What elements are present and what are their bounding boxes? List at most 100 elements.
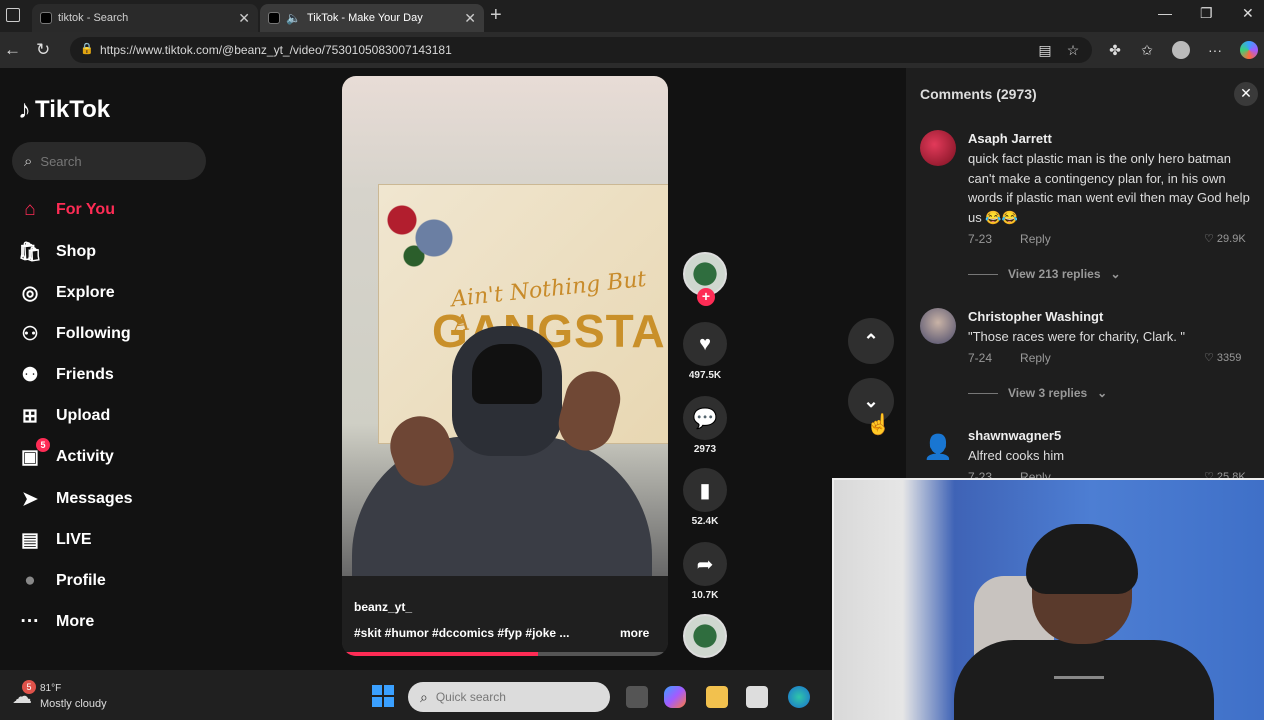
commenter-name[interactable]: Christopher Washingt	[968, 309, 1103, 324]
copilot-icon[interactable]	[1240, 41, 1258, 59]
comment-meta: 7-24 Reply	[968, 351, 1051, 365]
sidebar-item-for-you[interactable]: ⌂ For You	[18, 195, 218, 225]
profile-avatar-icon: ●	[24, 570, 36, 591]
banner-flowers	[378, 184, 458, 274]
commenter-avatar[interactable]	[920, 130, 956, 166]
taskbar-search-placeholder: Quick search	[435, 690, 506, 704]
task-view-icon[interactable]	[626, 686, 648, 708]
view-replies-button[interactable]: View 3 replies ⌄	[968, 386, 1107, 400]
view-replies-label: View 213 replies	[1008, 267, 1101, 281]
restore-icon[interactable]: ❐	[1200, 5, 1213, 22]
view-replies-button[interactable]: View 213 replies ⌄	[968, 267, 1121, 281]
sidebar-item-more[interactable]: ··· More	[18, 607, 218, 637]
comment-button[interactable]: 💬 2973	[683, 396, 727, 455]
search-input[interactable]: ⌕ Search	[12, 142, 206, 180]
default-user-avatar-icon[interactable]: 👤	[920, 430, 956, 466]
commenter-name[interactable]: shawnwagner5	[968, 428, 1061, 443]
reply-link[interactable]: Reply	[1020, 232, 1051, 246]
divider	[968, 273, 998, 275]
close-comments-icon[interactable]: ✕	[1234, 82, 1258, 106]
sidebar-item-activity[interactable]: ▣ 5 Activity	[18, 438, 218, 472]
reader-mode-icon[interactable]: ▤	[1036, 41, 1054, 59]
back-arrow-icon[interactable]: ←	[4, 40, 21, 60]
like-count: 497.5K	[688, 370, 722, 381]
sidebar-item-label: Explore	[56, 284, 115, 301]
live-tv-icon: ▤	[21, 529, 39, 551]
upload-plus-icon: ⊞	[22, 405, 38, 427]
mouse-cursor-icon: ☝	[866, 414, 891, 436]
batman-mask	[472, 344, 542, 404]
refresh-icon[interactable]: ↻	[36, 40, 50, 60]
browser-tab-tiktok[interactable]: 🔈 TikTok - Make Your Day ✕	[260, 4, 484, 32]
taskbar-search-input[interactable]: ⌕ Quick search	[408, 682, 610, 712]
previous-video-button[interactable]: ⌃	[848, 318, 894, 364]
weather-temperature[interactable]: 81°F	[40, 683, 61, 694]
webcam-overlay	[832, 478, 1264, 720]
commenter-avatar[interactable]	[920, 308, 956, 344]
weather-badge: 5	[22, 680, 36, 694]
edge-browser-icon[interactable]	[788, 686, 810, 708]
sidebar-item-profile[interactable]: ● Profile	[18, 566, 218, 596]
comment-text: Alfred cooks him	[968, 448, 1065, 463]
sidebar-item-label: Shop	[56, 243, 96, 260]
file-explorer-icon[interactable]	[706, 686, 728, 708]
webcam-shirt-logo	[1054, 676, 1104, 696]
search-icon: ⌕	[420, 688, 428, 705]
save-button[interactable]: ▮ 52.4K	[683, 468, 727, 527]
music-disc-avatar[interactable]	[683, 614, 727, 658]
comment-like-count: 3359	[1216, 352, 1242, 364]
share-arrow-icon: ➦	[683, 542, 727, 586]
windows-start-icon[interactable]	[372, 685, 394, 707]
favorite-star-icon[interactable]: ☆	[1064, 41, 1082, 59]
video-more-link[interactable]: more	[620, 626, 649, 640]
close-tab-icon[interactable]: ✕	[238, 10, 250, 27]
save-count: 52.4K	[691, 516, 719, 527]
browser-tab-search[interactable]: tiktok - Search ✕	[32, 4, 258, 32]
search-placeholder: Search	[40, 153, 82, 169]
sidebar-item-label: Friends	[56, 366, 114, 383]
weather-description[interactable]: Mostly cloudy	[40, 698, 107, 710]
shop-bag-icon: 🛍	[17, 242, 43, 263]
share-button[interactable]: ➦ 10.7K	[683, 542, 727, 601]
comment-date: 7-24	[968, 351, 993, 365]
minimize-icon[interactable]: —	[1158, 5, 1172, 21]
speaker-icon[interactable]: 🔈	[286, 11, 301, 25]
video-username[interactable]: beanz_yt_	[354, 600, 412, 614]
microsoft-store-icon[interactable]	[746, 686, 768, 708]
sidebar-item-following[interactable]: ⚇ Following	[18, 319, 218, 349]
sidebar-item-upload[interactable]: ⊞ Upload	[18, 401, 218, 431]
browser-address-bar: ← ↻ 🔒 https://www.tiktok.com/@beanz_yt_/…	[0, 32, 1264, 68]
tiktok-logo[interactable]: ♪ TikTok	[18, 94, 110, 125]
favorites-icon[interactable]: ✩	[1138, 41, 1156, 59]
new-tab-plus-icon[interactable]: +	[490, 4, 502, 27]
divider	[968, 392, 998, 394]
like-button[interactable]: ♥ 497.5K	[683, 322, 727, 381]
window-close-icon[interactable]: ✕	[1242, 5, 1254, 22]
extensions-icon[interactable]: ✤	[1106, 41, 1124, 59]
more-menu-icon[interactable]: ···	[1206, 41, 1224, 59]
heart-outline-icon: ♡	[1204, 352, 1217, 364]
sidebar-item-label: Messages	[56, 490, 133, 507]
comment-like-button[interactable]: ♡ 29.9K	[1204, 232, 1246, 245]
copilot-app-icon[interactable]	[664, 686, 686, 708]
profile-avatar-icon[interactable]	[1172, 41, 1190, 59]
video-player[interactable]: Ain't Nothing But A GANGSTA beanz_yt_ #s…	[342, 76, 668, 656]
sidebar-item-messages[interactable]: ➤ Messages	[18, 484, 218, 514]
video-hashtags[interactable]: #skit #humor #dccomics #fyp #joke ...	[354, 626, 569, 640]
sidebar-item-shop[interactable]: 🛍 Shop	[18, 237, 218, 267]
lock-icon[interactable]: 🔒	[80, 42, 94, 55]
commenter-name[interactable]: Asaph Jarrett	[968, 131, 1052, 146]
follow-plus-icon[interactable]: +	[697, 288, 715, 306]
tiktok-favicon-icon	[40, 12, 52, 24]
sidebar-item-friends[interactable]: ⚉ Friends	[18, 360, 218, 390]
tab-actions-menu-icon[interactable]	[6, 8, 20, 22]
reply-link[interactable]: Reply	[1020, 351, 1051, 365]
sidebar-item-explore[interactable]: ◎ Explore	[18, 278, 218, 308]
sidebar-item-live[interactable]: ▤ LIVE	[18, 525, 218, 555]
comment-meta: 7-23 Reply	[968, 232, 1051, 246]
sidebar-item-label: Activity	[56, 448, 114, 465]
sidebar-item-label: Following	[56, 325, 131, 342]
url-field[interactable]: 🔒 https://www.tiktok.com/@beanz_yt_/vide…	[70, 37, 1092, 63]
close-tab-icon[interactable]: ✕	[464, 10, 476, 27]
comment-like-button[interactable]: ♡ 3359	[1204, 351, 1241, 364]
